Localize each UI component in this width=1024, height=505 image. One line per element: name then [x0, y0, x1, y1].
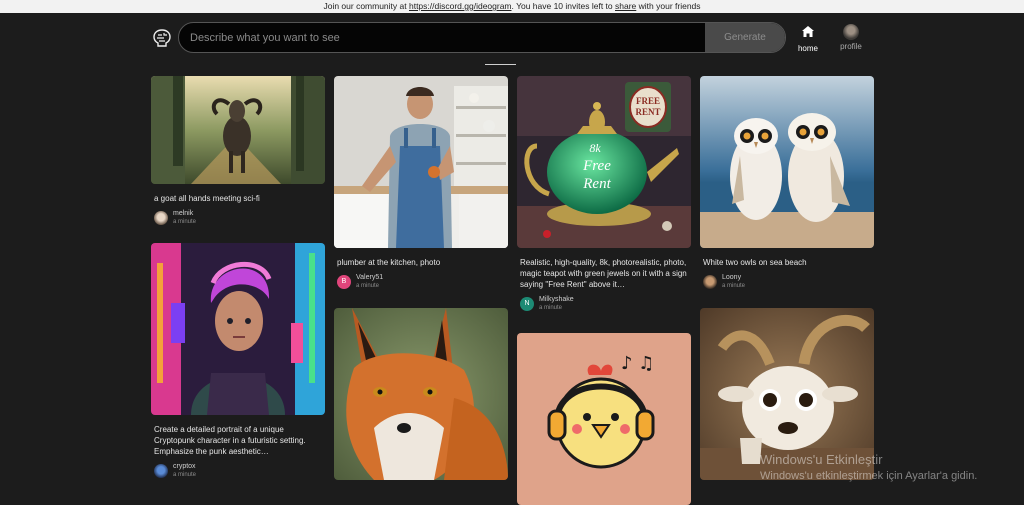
author-name: Milkyshake	[539, 296, 574, 303]
image-card[interactable]: Create a detailed portrait of a unique C…	[151, 243, 325, 479]
owls-image[interactable]	[700, 76, 874, 248]
post-time: a minute	[722, 283, 746, 289]
image-card[interactable]: plumber at the kitchen, photo B Valery51…	[334, 76, 508, 290]
post-time: a minute	[539, 305, 563, 311]
generate-button[interactable]: Generate	[705, 23, 785, 52]
plumber-image[interactable]	[334, 76, 508, 248]
author-name: Valery51	[356, 274, 384, 281]
author-avatar	[154, 464, 168, 478]
card-caption: plumber at the kitchen, photo	[337, 258, 441, 267]
home-icon	[802, 26, 814, 37]
nav-profile-label: profile	[840, 42, 862, 51]
chick-image[interactable]: ♪ ♫	[517, 333, 691, 505]
profile-avatar	[843, 24, 859, 40]
author-avatar: N	[520, 297, 534, 311]
image-card[interactable]: ♪ ♫	[517, 333, 691, 505]
card-caption: Create a detailed portrait of a unique C…	[154, 425, 306, 456]
prompt-input[interactable]	[179, 23, 707, 52]
teapot-sign-line2: Free	[582, 158, 611, 174]
card-author[interactable]: Loony a minute	[700, 274, 874, 290]
invite-banner: Join our community at https://discord.gg…	[0, 0, 1024, 13]
card-author[interactable]: melnik a minute	[151, 210, 325, 226]
prompt-search-bar: Generate	[178, 22, 786, 53]
wall-sign-line2: RENT	[635, 107, 660, 117]
top-bar: Generate home profile	[0, 13, 1024, 63]
post-time: a minute	[173, 472, 197, 478]
image-card[interactable]: a goat all hands meeting sci-fi melnik a …	[151, 76, 325, 226]
discord-link[interactable]: https://discord.gg/ideogram	[409, 1, 512, 11]
banner-text-middle: . You have 10 invites left to	[511, 1, 616, 11]
author-name: melnik	[173, 210, 194, 217]
teapot-sign-line3: Rent	[582, 176, 611, 192]
windows-activation-subtext: Windows'u etkinleştirmek için Ayarlar'a …	[760, 470, 978, 482]
teapot-sign-line1: 8k	[589, 141, 601, 155]
image-card[interactable]	[334, 308, 508, 480]
card-caption: a goat all hands meeting sci-fi	[154, 194, 260, 203]
cryptopunk-image[interactable]	[151, 243, 325, 415]
nav-home[interactable]: home	[795, 24, 821, 53]
card-caption: Realistic, high-quality, 8k, photorealis…	[520, 258, 687, 289]
author-avatar	[703, 275, 717, 289]
author-avatar	[154, 211, 168, 225]
ideogram-logo-icon[interactable]	[151, 27, 173, 49]
banner-text-after: with your friends	[636, 1, 701, 11]
goat-image[interactable]	[151, 76, 325, 184]
fox-image[interactable]	[334, 308, 508, 480]
author-name: Loony	[722, 274, 742, 281]
author-avatar: B	[337, 275, 351, 289]
active-tab-indicator	[485, 64, 516, 65]
author-name: cryptox	[173, 463, 196, 470]
card-author[interactable]: B Valery51 a minute	[334, 274, 508, 290]
banner-text-before: Join our community at	[323, 1, 409, 11]
nav-profile[interactable]: profile	[837, 24, 865, 52]
image-card[interactable]: FREE RENT 8k Free Rent Realistic, high-q…	[517, 76, 691, 312]
teapot-image[interactable]: FREE RENT 8k Free Rent	[517, 76, 691, 248]
image-card[interactable]: White two owls on sea beach Loony a minut…	[700, 76, 874, 290]
wall-sign-line1: FREE	[636, 96, 660, 106]
post-time: a minute	[356, 283, 380, 289]
windows-activation-watermark: Windows'u Etkinleştir	[760, 452, 883, 467]
nav-home-label: home	[797, 44, 818, 53]
card-caption: White two owls on sea beach	[703, 258, 807, 267]
card-author[interactable]: cryptox a minute	[151, 463, 325, 479]
card-author[interactable]: N Milkyshake a minute	[517, 296, 691, 312]
svg-text:♪ ♫: ♪ ♫	[621, 353, 654, 374]
post-time: a minute	[173, 219, 197, 225]
share-link[interactable]: share	[615, 1, 636, 11]
